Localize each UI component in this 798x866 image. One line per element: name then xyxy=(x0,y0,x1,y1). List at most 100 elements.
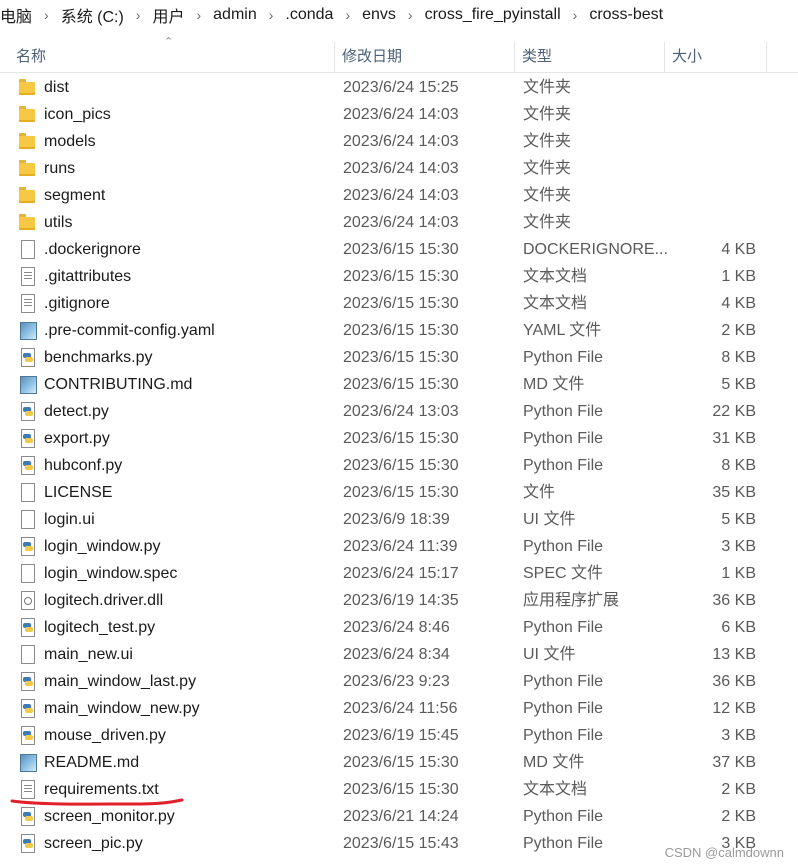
file-row[interactable]: login_window.py 2023/6/24 11:39 Python Fil… xyxy=(0,533,798,560)
python-file-icon xyxy=(18,807,36,826)
breadcrumb-item[interactable]: 电脑 xyxy=(0,3,38,27)
file-size: 12 KB xyxy=(712,700,756,717)
file-size: 1 KB xyxy=(721,565,756,582)
file-row[interactable]: CONTRIBUTING.md 2023/6/15 15:30 MD 文件 5 KB xyxy=(0,371,798,398)
file-row[interactable]: mouse_driven.py 2023/6/19 15:45 Python Fil… xyxy=(0,722,798,749)
file-row[interactable]: main_window_last.py 2023/6/23 9:23 Python … xyxy=(0,668,798,695)
file-name: .gitattributes xyxy=(44,268,132,285)
file-date: 2023/6/24 15:17 xyxy=(343,565,459,582)
file-type: MD 文件 xyxy=(523,754,585,771)
markdown-file-icon xyxy=(18,753,37,772)
breadcrumb-item[interactable]: envs xyxy=(356,6,402,24)
file-type: Python File xyxy=(523,619,604,636)
file-type: 文件夹 xyxy=(523,160,572,177)
file-date: 2023/6/23 9:23 xyxy=(343,673,450,690)
column-type-header[interactable]: 类型 xyxy=(522,42,552,72)
file-row[interactable]: models 2023/6/24 14:03 文件夹 xyxy=(0,128,798,155)
file-name: main_new.ui xyxy=(44,646,133,663)
file-row[interactable]: login.ui 2023/6/9 18:39 UI 文件 5 KB xyxy=(0,506,798,533)
file-row[interactable]: hubconf.py 2023/6/15 15:30 Python File 8 KB xyxy=(0,452,798,479)
file-row[interactable]: login_window.spec 2023/6/24 15:17 SPEC 文件 1… xyxy=(0,560,798,587)
file-date: 2023/6/24 14:03 xyxy=(343,187,459,204)
python-file-icon xyxy=(18,429,36,448)
file-type: 文件夹 xyxy=(523,79,572,96)
chevron-right-icon[interactable]: › xyxy=(190,7,207,23)
file-row[interactable]: detect.py 2023/6/24 13:03 Python File 22 KB xyxy=(0,398,798,425)
file-row[interactable]: main_window_new.py 2023/6/24 11:56 Python … xyxy=(0,695,798,722)
file-row[interactable]: .gitattributes 2023/6/15 15:30 文本文档 1 KB xyxy=(0,263,798,290)
file-name: models xyxy=(44,133,96,150)
chevron-right-icon[interactable]: › xyxy=(130,7,147,23)
file-name: hubconf.py xyxy=(44,457,123,474)
column-name-header[interactable]: 名称 xyxy=(16,42,334,72)
file-row[interactable]: utils 2023/6/24 14:03 文件夹 xyxy=(0,209,798,236)
file-name: login.ui xyxy=(44,511,95,528)
file-list: dist 2023/6/24 15:25 文件夹 icon_pics 2023/6/24… xyxy=(0,74,798,857)
text-file-icon xyxy=(18,780,36,799)
file-name: logitech_test.py xyxy=(44,619,156,636)
file-date: 2023/6/24 14:03 xyxy=(343,214,459,231)
file-name: CONTRIBUTING.md xyxy=(44,376,193,393)
file-row[interactable]: .dockerignore 2023/6/15 15:30 DOCKERIGNORE… xyxy=(0,236,798,263)
file-date: 2023/6/19 15:45 xyxy=(343,727,459,744)
file-size: 2 KB xyxy=(721,781,756,798)
file-name: screen_pic.py xyxy=(44,835,143,852)
python-file-icon xyxy=(18,726,36,745)
python-file-icon xyxy=(18,402,36,421)
breadcrumb-item[interactable]: cross-best xyxy=(583,6,669,24)
chevron-right-icon[interactable]: › xyxy=(567,7,584,23)
breadcrumb: 电脑 › 系统 (C:) › 用户 › admin › .conda › envs › cross_fi… xyxy=(0,0,798,30)
breadcrumb-item[interactable]: 系统 (C:) xyxy=(55,3,130,27)
file-type: YAML 文件 xyxy=(523,322,602,339)
file-name: icon_pics xyxy=(44,106,111,123)
file-row[interactable]: icon_pics 2023/6/24 14:03 文件夹 xyxy=(0,101,798,128)
file-row[interactable]: main_new.ui 2023/6/24 8:34 UI 文件 13 KB xyxy=(0,641,798,668)
file-row[interactable]: benchmarks.py 2023/6/15 15:30 Python File 8… xyxy=(0,344,798,371)
folder-icon xyxy=(18,105,36,123)
file-type: UI 文件 xyxy=(523,511,576,528)
file-row[interactable]: .pre-commit-config.yaml 2023/6/15 15:30 YA… xyxy=(0,317,798,344)
chevron-right-icon[interactable]: › xyxy=(339,7,356,23)
text-file-icon xyxy=(18,267,36,286)
folder-icon xyxy=(18,213,36,231)
chevron-right-icon[interactable]: › xyxy=(263,7,280,23)
watermark: CSDN @calmdownn xyxy=(664,845,784,860)
file-type: 文本文档 xyxy=(523,295,588,312)
column-date-header[interactable]: 修改日期 xyxy=(342,42,402,72)
file-type: 文件夹 xyxy=(523,214,572,231)
file-name: detect.py xyxy=(44,403,109,420)
breadcrumb-item[interactable]: .conda xyxy=(279,6,339,24)
file-size: 36 KB xyxy=(712,592,756,609)
file-type: Python File xyxy=(523,673,604,690)
breadcrumb-item[interactable]: cross_fire_pyinstall xyxy=(419,6,567,24)
dll-file-icon xyxy=(18,591,36,610)
file-row[interactable]: dist 2023/6/24 15:25 文件夹 xyxy=(0,74,798,101)
file-icon xyxy=(18,483,36,502)
file-row[interactable]: logitech_test.py 2023/6/24 8:46 Python Fil… xyxy=(0,614,798,641)
file-date: 2023/6/15 15:30 xyxy=(343,484,459,501)
folder-icon xyxy=(18,159,36,177)
file-row[interactable]: LICENSE 2023/6/15 15:30 文件 35 KB xyxy=(0,479,798,506)
file-row[interactable]: logitech.driver.dll 2023/6/19 14:35 应用程序扩展… xyxy=(0,587,798,614)
folder-icon xyxy=(18,78,36,96)
file-name: mouse_driven.py xyxy=(44,727,166,744)
file-size: 4 KB xyxy=(721,241,756,258)
file-date: 2023/6/15 15:30 xyxy=(343,781,459,798)
file-name: dist xyxy=(44,79,69,96)
file-row[interactable]: README.md 2023/6/15 15:30 MD 文件 37 KB xyxy=(0,749,798,776)
file-name: benchmarks.py xyxy=(44,349,153,366)
breadcrumb-item[interactable]: admin xyxy=(207,6,263,24)
file-row[interactable]: segment 2023/6/24 14:03 文件夹 xyxy=(0,182,798,209)
file-row[interactable]: runs 2023/6/24 14:03 文件夹 xyxy=(0,155,798,182)
file-name: README.md xyxy=(44,754,140,771)
chevron-right-icon[interactable]: › xyxy=(38,7,55,23)
file-row[interactable]: screen_monitor.py 2023/6/21 14:24 Python F… xyxy=(0,803,798,830)
file-row[interactable]: .gitignore 2023/6/15 15:30 文本文档 4 KB xyxy=(0,290,798,317)
column-size-header[interactable]: 大小 xyxy=(672,42,702,72)
python-file-icon xyxy=(18,348,36,367)
file-row[interactable]: requirements.txt 2023/6/15 15:30 文本文档 2 KB xyxy=(0,776,798,803)
breadcrumb-item[interactable]: 用户 xyxy=(146,3,190,27)
chevron-right-icon[interactable]: › xyxy=(402,7,419,23)
file-type: 文件 xyxy=(523,484,556,501)
file-row[interactable]: export.py 2023/6/15 15:30 Python File 31 KB xyxy=(0,425,798,452)
